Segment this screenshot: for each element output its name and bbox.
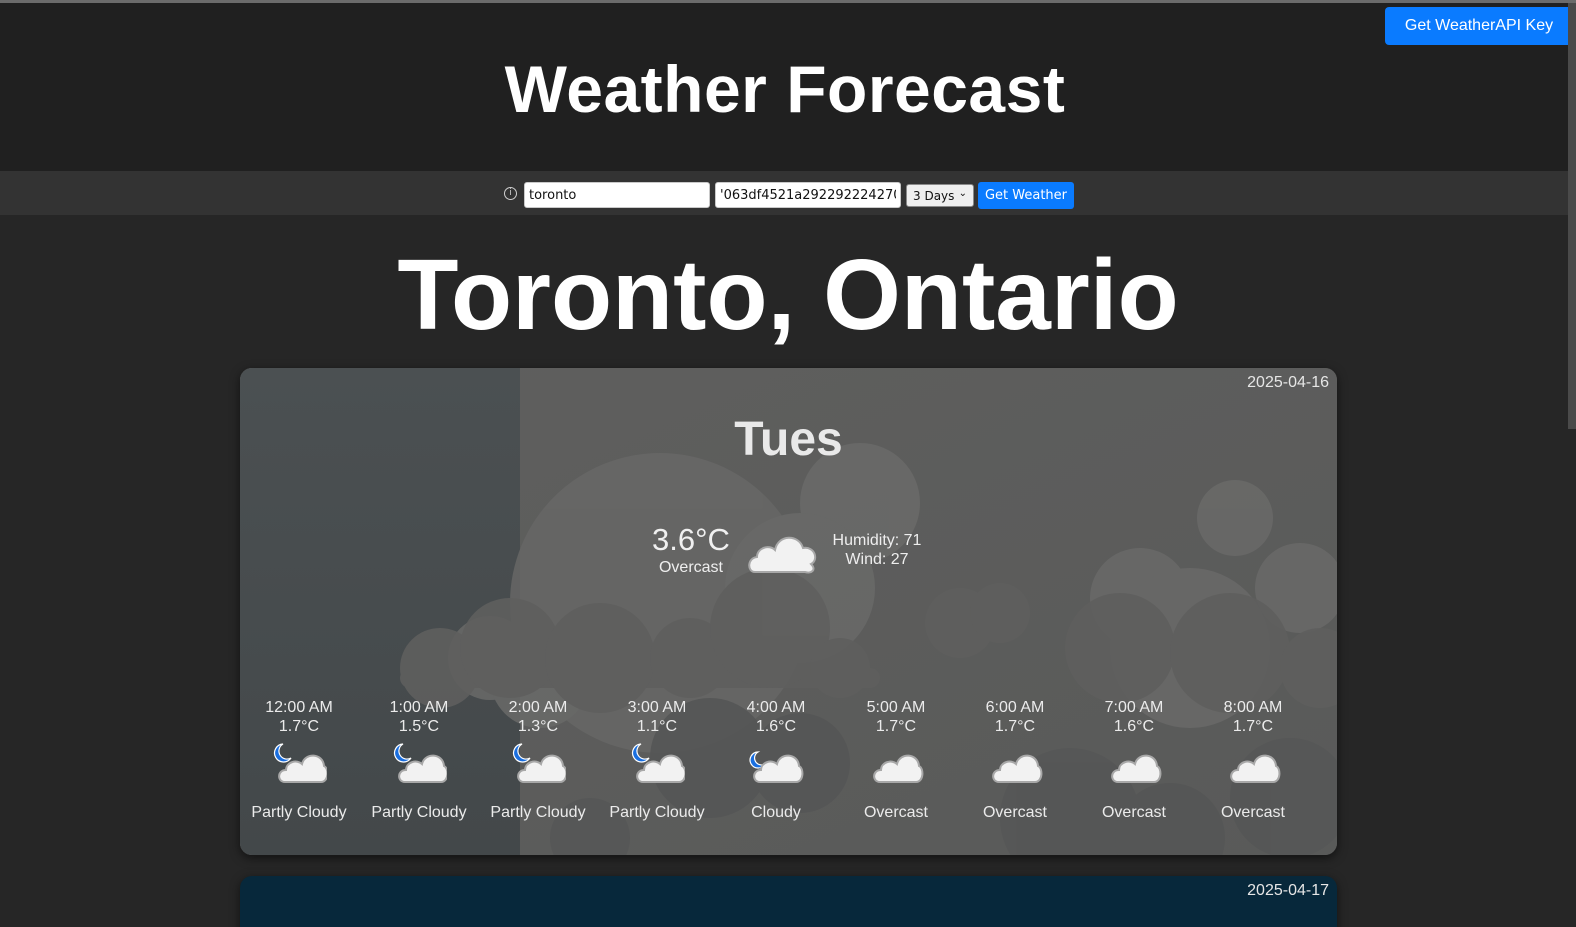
chevron-down-icon: ⌄ <box>958 188 967 199</box>
overcast-cloud-icon <box>1111 754 1162 783</box>
current-temperature: 3.6°C <box>652 522 730 557</box>
overcast-cloud-icon <box>1230 754 1281 783</box>
overcast-cloud-icon <box>992 754 1043 783</box>
hour-time: 4:00 AM <box>746 699 806 716</box>
night-cloudy-icon <box>749 751 804 783</box>
days-select[interactable]: 3 Days ⌄ <box>906 184 974 207</box>
info-icon[interactable]: i <box>504 187 517 200</box>
forecast-day-name: Tues <box>734 413 843 466</box>
hour-condition: Overcast <box>982 804 1047 821</box>
hour-time: 8:00 AM <box>1223 699 1283 716</box>
page-scrollbar[interactable] <box>1568 3 1576 429</box>
hour-temperature: 1.5°C <box>398 718 440 735</box>
hour-time: 6:00 AM <box>985 699 1045 716</box>
hour-temperature: 1.6°C <box>1113 718 1155 735</box>
hour-temperature: 1.7°C <box>1232 718 1274 735</box>
location-title: Toronto, Ontario <box>397 239 1179 351</box>
hourly-item: 5:00 AM 1.7°C Overcast <box>836 698 956 822</box>
api-key-input[interactable] <box>715 182 901 208</box>
hour-condition: Overcast <box>1220 804 1285 821</box>
hourly-item: 2:00 AM 1.3°C Partly Cloudy <box>478 698 598 822</box>
hourly-forecast-list: 12:00 AM 1.7°C Partly Cloudy 1:00 AM 1.5… <box>240 698 1337 838</box>
forecast-day-card: 2025-04-17 <box>240 876 1337 927</box>
hour-condition: Partly Cloudy <box>609 804 705 821</box>
wind-readout: Wind: 27 <box>845 551 909 568</box>
hourly-item: 8:00 AM 1.7°C Overcast <box>1193 698 1313 822</box>
days-select-value: 3 Days <box>913 188 955 203</box>
hourly-item: 4:00 AM 1.6°C Cloudy <box>716 698 836 822</box>
hour-condition: Partly Cloudy <box>490 804 586 821</box>
get-weather-button[interactable]: Get Weather <box>978 182 1074 209</box>
hour-temperature: 1.7°C <box>278 718 320 735</box>
page-header: Weather Forecast <box>0 3 1576 171</box>
night-partly-cloudy-icon <box>273 743 329 783</box>
hour-condition: Overcast <box>1101 804 1166 821</box>
forecast-date: 2025-04-17 <box>1247 882 1329 899</box>
humidity-readout: Humidity: 71 <box>832 532 922 549</box>
hour-time: 5:00 AM <box>866 699 926 716</box>
hour-temperature: 1.3°C <box>517 718 559 735</box>
overcast-cloud-icon <box>873 754 924 783</box>
forecast-day-card: 2025-04-16 Tues 3.6°C Overcast Humidity:… <box>240 368 1337 855</box>
location-input[interactable] <box>524 182 710 208</box>
hour-time: 7:00 AM <box>1104 699 1164 716</box>
hour-time: 12:00 AM <box>265 699 333 716</box>
night-partly-cloudy-icon <box>631 743 687 783</box>
hour-time: 2:00 AM <box>508 699 568 716</box>
page-title: Weather Forecast <box>504 52 1066 126</box>
hourly-item: 12:00 AM 1.7°C Partly Cloudy <box>240 698 359 822</box>
current-condition: Overcast <box>658 559 723 576</box>
hour-temperature: 1.1°C <box>636 718 678 735</box>
hourly-item: 6:00 AM 1.7°C Overcast <box>955 698 1075 822</box>
hour-condition: Cloudy <box>751 804 801 821</box>
hourly-item: 7:00 AM 1.6°C Overcast <box>1074 698 1194 822</box>
hour-time: 1:00 AM <box>389 699 449 716</box>
hourly-item: 3:00 AM 1.1°C Partly Cloudy <box>597 698 717 822</box>
hour-condition: Partly Cloudy <box>371 804 467 821</box>
hour-condition: Partly Cloudy <box>251 804 347 821</box>
get-api-key-button[interactable]: Get WeatherAPI Key <box>1385 7 1573 45</box>
night-partly-cloudy-icon <box>393 743 449 783</box>
hour-condition: Overcast <box>863 804 928 821</box>
forecast-date: 2025-04-16 <box>1247 374 1329 391</box>
night-partly-cloudy-icon <box>512 743 568 783</box>
hourly-item: 1:00 AM 1.5°C Partly Cloudy <box>359 698 479 822</box>
hour-temperature: 1.6°C <box>755 718 797 735</box>
hour-time: 3:00 AM <box>627 699 687 716</box>
overcast-cloud-icon <box>748 536 817 574</box>
hour-temperature: 1.7°C <box>994 718 1036 735</box>
hour-temperature: 1.7°C <box>875 718 917 735</box>
